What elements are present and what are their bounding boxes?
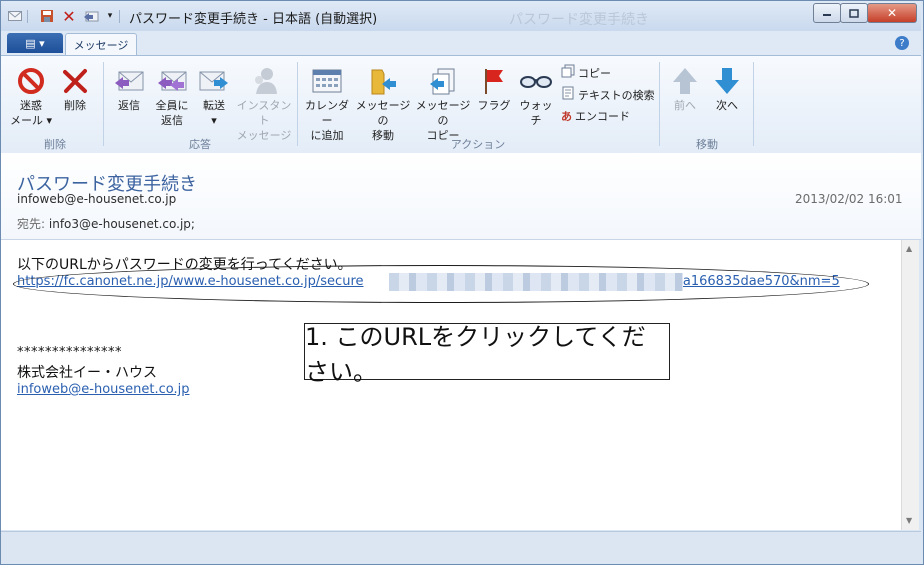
instant-message-button[interactable]: インスタント メッセージ — [235, 64, 293, 143]
close-button[interactable]: ✕ — [867, 3, 917, 23]
junk-mail-label-1: 迷惑 — [20, 99, 42, 112]
next-label: 次へ — [716, 99, 738, 112]
sender-address[interactable]: infoweb@e-housenet.co.jp — [17, 192, 176, 206]
folder-move-icon — [353, 64, 413, 98]
maximize-button[interactable] — [840, 3, 868, 23]
arrow-up-icon — [665, 64, 705, 98]
person-icon — [235, 64, 293, 98]
find-text-label: テキストの検索 — [578, 88, 655, 102]
separator — [27, 10, 28, 23]
scroll-up-icon[interactable]: ▲ — [906, 244, 912, 253]
to-label: 宛先: — [17, 217, 46, 231]
move-message-label-1: メッセージの — [355, 99, 411, 127]
forward-icon — [193, 64, 235, 98]
group-separator — [753, 62, 754, 146]
junk-mail-label-2: メール ▾ — [9, 114, 53, 127]
forward-label: 転送 — [203, 99, 225, 112]
group-separator — [659, 62, 660, 146]
arrow-down-icon — [707, 64, 747, 98]
scroll-down-icon[interactable]: ▼ — [906, 516, 912, 525]
no-entry-icon — [9, 64, 53, 98]
status-bar — [1, 531, 921, 563]
reply-all-icon — [151, 64, 193, 98]
delete-label: 削除 — [64, 99, 86, 112]
group-label-move: 移動 — [696, 138, 718, 151]
window-title: パスワード変更手続き - 日本語 (自動選択) — [129, 12, 378, 27]
find-text-button[interactable]: テキストの検索 — [561, 86, 655, 103]
delete-x-icon — [55, 64, 95, 98]
copy-icon — [561, 64, 575, 81]
copy-message-label-1: メッセージの — [415, 99, 471, 127]
group-separator — [297, 62, 298, 146]
group-label-respond: 応答 — [189, 138, 211, 151]
previous-label: 前へ — [674, 99, 696, 112]
instant-message-label-1: インスタント — [236, 99, 292, 127]
ribbon: 迷惑 メール ▾ 削除 削除 返信 全員に 返信 転送 ▾ インスタント メッセ — [1, 55, 921, 155]
reply-all-label-1: 全員に — [155, 99, 189, 112]
flag-label: フラグ — [477, 99, 511, 112]
ghost-title: パスワード変更手続き — [509, 12, 649, 28]
copy-label: コピー — [578, 66, 611, 80]
add-calendar-button[interactable]: カレンダー に追加 — [301, 64, 353, 143]
group-label-delete: 削除 — [44, 138, 66, 151]
title-bar: ✕ ▾ パスワード変更手続き - 日本語 (自動選択) パスワード変更手続き ✕ — [1, 1, 921, 31]
reply-button[interactable]: 返信 — [107, 64, 151, 113]
copy-message-button[interactable]: メッセージの コピー — [413, 64, 473, 143]
file-menu-button[interactable]: ▤ ▾ — [7, 33, 63, 53]
next-button[interactable]: 次へ — [707, 64, 747, 113]
company-name: 株式会社イー・ハウス — [17, 365, 157, 381]
reply-all-button[interactable]: 全員に 返信 — [151, 64, 193, 128]
delete-button[interactable]: 削除 — [55, 64, 95, 113]
encode-label: エンコード — [575, 110, 630, 123]
instruction-callout: 1. このURLをクリックしてください。 — [304, 323, 670, 386]
message-date: 2013/02/02 16:01 — [795, 192, 903, 206]
reply-icon — [107, 64, 151, 98]
forward-dropdown: ▾ — [211, 114, 217, 127]
help-icon[interactable]: ? — [895, 36, 909, 50]
copy-small-button[interactable]: コピー — [561, 64, 611, 81]
glasses-icon — [515, 64, 557, 98]
quick-access-dropdown-icon[interactable]: ▾ — [102, 8, 118, 24]
forward-button[interactable]: 転送 ▾ — [193, 64, 235, 128]
move-message-button[interactable]: メッセージの 移動 — [353, 64, 413, 143]
signature-email-link[interactable]: infoweb@e-housenet.co.jp — [17, 382, 190, 397]
separator — [119, 10, 120, 23]
vertical-scrollbar[interactable]: ▲ ▼ — [901, 240, 919, 530]
add-calendar-label-1: カレンダー — [305, 99, 349, 127]
junk-mail-button[interactable]: 迷惑 メール ▾ — [9, 64, 53, 128]
encode-button[interactable]: あ エンコード — [561, 108, 630, 124]
tab-message[interactable]: メッセージ — [65, 33, 137, 56]
highlight-ellipse — [13, 265, 869, 303]
delete-icon[interactable]: ✕ — [61, 7, 77, 26]
document-copy-icon — [413, 64, 473, 98]
recipient-address[interactable]: info3@e-housenet.co.jp; — [49, 217, 195, 231]
group-label-actions: アクション — [450, 138, 506, 151]
reply-arrow-icon[interactable] — [83, 8, 99, 24]
message-header: パスワード変更手続き infoweb@e-housenet.co.jp 2013… — [1, 153, 921, 240]
envelope-icon — [7, 8, 23, 24]
minimize-button[interactable] — [813, 3, 841, 23]
signature-email[interactable]: infoweb@e-housenet.co.jp — [17, 382, 190, 397]
save-icon[interactable] — [39, 8, 55, 24]
calendar-icon — [301, 64, 353, 98]
reply-all-label-2: 返信 — [161, 114, 183, 127]
watch-button[interactable]: ウォッチ — [515, 64, 557, 128]
group-separator — [103, 62, 104, 146]
recipient-line: 宛先: info3@e-housenet.co.jp; — [17, 215, 195, 232]
reply-label: 返信 — [118, 99, 140, 112]
encode-icon: あ — [561, 110, 572, 123]
watch-label: ウォッチ — [519, 99, 553, 127]
flag-button[interactable]: フラグ — [475, 64, 513, 113]
document-search-icon — [561, 86, 575, 103]
flag-icon — [475, 64, 513, 98]
ribbon-tab-strip: ▤ ▾ メッセージ ? — [1, 31, 921, 56]
message-body: 以下のURLからパスワードの変更を行ってください。 https://fc.can… — [1, 240, 901, 530]
signature-separator: *************** — [17, 345, 122, 360]
previous-button[interactable]: 前へ — [665, 64, 705, 113]
